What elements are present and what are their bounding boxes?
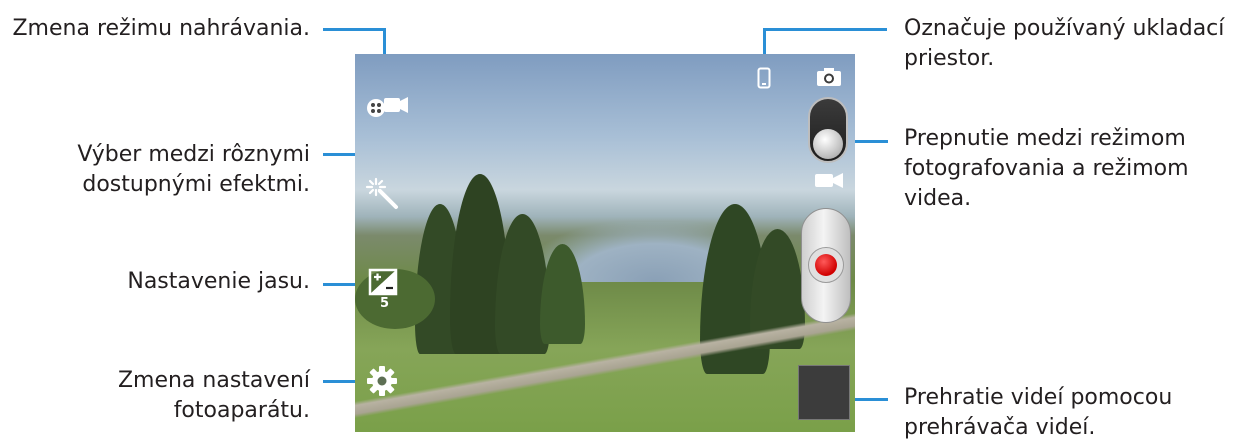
label-brightness: Nastavenie jasu. [127,269,310,294]
video-camera-icon [815,173,843,188]
settings-button[interactable] [365,364,399,398]
photo-mode-icon-wrap [814,66,844,88]
label-storage-line1: Označuje používaný ukladací [904,16,1225,41]
label-settings: Zmena nastavení fotoaparátu. [8,366,310,426]
callout-line-playback [851,398,888,401]
exposure-value: 5 [380,296,390,311]
recording-mode-button[interactable] [364,90,410,120]
callout-line-recording-mode [323,28,385,31]
storage-indicator [756,66,772,90]
gear-icon [367,366,397,396]
record-dot-icon [815,254,837,276]
video-mode-icon-wrap [813,170,845,190]
label-storage: Označuje používaný ukladací priestor. [904,14,1234,74]
label-mode-switch-line2: fotografovania a režimom [904,156,1189,181]
record-button[interactable] [808,247,844,283]
label-effects-line2: dostupnými efektmi. [82,172,310,197]
label-recording-mode: Zmena režimu nahrávania. [12,16,310,41]
exposure-icon [368,268,398,296]
label-settings-line2: fotoaparátu. [173,398,310,423]
effects-wand-icon [365,177,398,209]
brightness-button[interactable] [366,268,400,296]
label-effects: Výber medzi rôznymi dostupnými efektmi. [8,140,310,200]
camera-icon [817,68,841,86]
label-mode-switch-line3: videa. [904,186,972,211]
label-playback: Prehratie videí pomocou prehrávača videí… [904,383,1234,443]
video-player-thumbnail[interactable] [798,365,850,420]
label-storage-line2: priestor. [904,46,995,71]
label-playback-line2: prehrávača videí. [904,415,1096,440]
callout-line-storage [765,28,887,31]
label-settings-line1: Zmena nastavení [117,368,310,393]
label-playback-line1: Prehratie videí pomocou [904,385,1173,410]
label-effects-line1: Výber medzi rôznymi [77,142,310,167]
viewfinder-path [355,304,855,424]
effects-button[interactable] [364,175,400,211]
recording-mode-icon [367,97,408,117]
record-button-housing [801,208,851,323]
phone-storage-icon [757,67,771,89]
camera-viewfinder[interactable] [355,54,855,432]
mode-switch-knob[interactable] [813,129,843,159]
mode-switch-toggle[interactable] [808,97,848,163]
label-mode-switch: Prepnutie medzi režimom fotografovania a… [904,124,1234,214]
label-mode-switch-line1: Prepnutie medzi režimom [904,126,1186,151]
